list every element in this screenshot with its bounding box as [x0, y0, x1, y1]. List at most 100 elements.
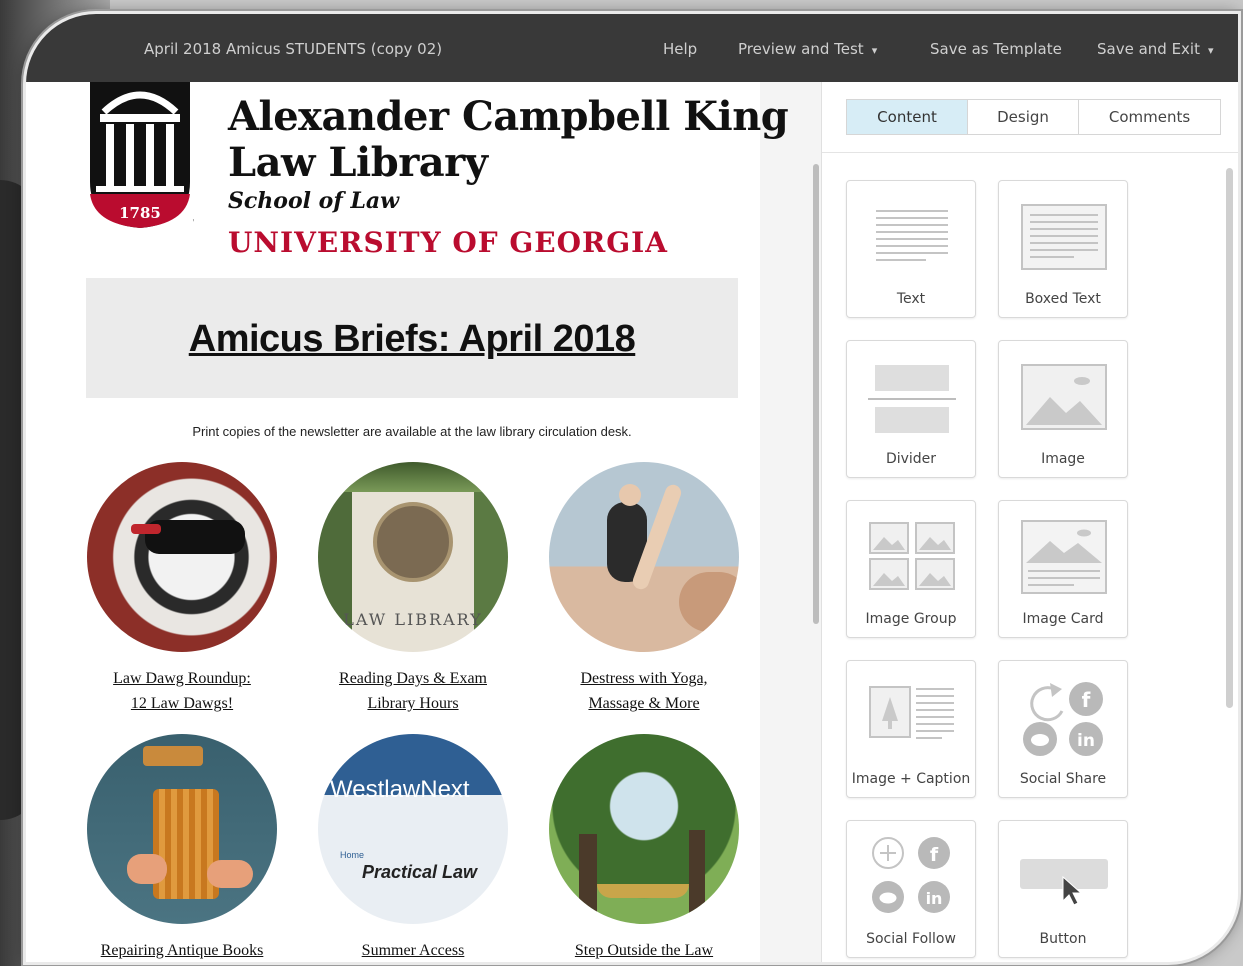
story-title-line1: Reading Days & Exam: [339, 670, 487, 687]
story-title-line1: Step Outside the Law: [574, 942, 714, 959]
divider-icon: [868, 365, 956, 433]
westlaw-screenshot: WestlawNext Home Practical Law: [318, 734, 508, 924]
block-label: Social Share: [1019, 771, 1107, 787]
story-link[interactable]: Repairing Antique Books: [76, 938, 288, 962]
story-link[interactable]: Reading Days & Exam Library Hours: [307, 666, 519, 716]
share-icon: [1030, 683, 1064, 722]
tab-comments[interactable]: Comments: [1079, 99, 1221, 135]
story-title-line1: Summer Access: [361, 942, 465, 959]
story-link[interactable]: Law Dawg Roundup: 12 Law Dawgs!: [76, 666, 288, 716]
image-icon: [1021, 364, 1107, 430]
button-cursor-icon: [1020, 859, 1108, 906]
story-card[interactable]: Destress with Yoga, Massage & More: [538, 462, 750, 716]
image-card-block[interactable]: Image Card: [998, 500, 1128, 638]
home-link-text: Home: [340, 850, 365, 860]
story-title-line2: Massage & More: [588, 695, 700, 712]
text-block[interactable]: Text: [846, 180, 976, 318]
content-sidebar: Content Design Comments Text Boxed Text …: [821, 82, 1238, 962]
dog-photo: [87, 462, 277, 652]
trademark-mark: ™: [192, 219, 194, 226]
block-label: Divider: [885, 451, 937, 467]
facebook-icon: f: [1069, 682, 1103, 716]
block-label: Image Group: [865, 611, 957, 627]
sidebar-tabs: Content Design Comments: [846, 99, 1221, 135]
social-share-block[interactable]: f in Social Share: [998, 660, 1128, 798]
button-block[interactable]: Button: [998, 820, 1128, 958]
uga-arch-logo: 1785 ™: [90, 82, 194, 228]
headline-block[interactable]: Amicus Briefs: April 2018: [86, 278, 738, 398]
svg-text:in: in: [1077, 731, 1095, 751]
library-name-line1: Alexander Campbell King: [228, 93, 789, 140]
block-label: Social Follow: [866, 931, 956, 947]
linkedin-icon: in: [1069, 722, 1103, 756]
svg-text:f: f: [930, 844, 939, 866]
image-group-block[interactable]: Image Group: [846, 500, 976, 638]
divider-block[interactable]: Divider: [846, 340, 976, 478]
help-link[interactable]: Help: [663, 40, 697, 58]
boxed-text-block[interactable]: Boxed Text: [998, 180, 1128, 318]
svg-text:f: f: [1082, 688, 1091, 712]
yoga-photo: [549, 462, 739, 652]
story-card[interactable]: LAW LIBRARY Reading Days & Exam Library …: [307, 462, 519, 716]
plus-icon: [872, 837, 904, 869]
twitter-icon: [1023, 722, 1057, 756]
story-card[interactable]: Repairing Antique Books: [76, 734, 288, 962]
boxed-text-icon: [1021, 204, 1107, 270]
block-label: Image + Caption: [851, 771, 971, 787]
story-link[interactable]: Step Outside the Law: [538, 938, 750, 962]
logo-year: 1785: [119, 204, 161, 222]
text-lines-icon: [876, 210, 948, 261]
block-label: Text: [896, 291, 926, 307]
top-toolbar: April 2018 Amicus STUDENTS (copy 02) Hel…: [26, 14, 1238, 82]
story-link[interactable]: Destress with Yoga, Massage & More: [538, 666, 750, 716]
image-group-icon: [869, 522, 955, 590]
image-block[interactable]: Image: [998, 340, 1128, 478]
save-exit-label: Save and Exit: [1097, 40, 1200, 58]
library-name: Alexander Campbell King Law Library: [228, 93, 789, 186]
tab-design[interactable]: Design: [968, 99, 1079, 135]
preview-test-label: Preview and Test: [738, 40, 864, 58]
block-label: Boxed Text: [1025, 291, 1101, 307]
story-link[interactable]: Summer Access: [307, 938, 519, 962]
social-follow-block[interactable]: f in Social Follow: [846, 820, 976, 958]
campaign-title: April 2018 Amicus STUDENTS (copy 02): [144, 40, 443, 58]
story-card[interactable]: WestlawNext Home Practical Law Summer Ac…: [307, 734, 519, 962]
story-card[interactable]: Law Dawg Roundup: 12 Law Dawgs!: [76, 462, 288, 716]
block-label: Image: [1041, 451, 1085, 467]
svg-text:in: in: [926, 889, 943, 908]
chevron-down-icon: ▾: [1207, 44, 1214, 57]
print-copies-notice: Print copies of the newsletter are avail…: [192, 424, 632, 439]
block-label: Image Card: [1022, 611, 1104, 627]
canvas-gutter: [760, 82, 821, 962]
twitter-icon: [872, 881, 904, 913]
image-caption-icon: [869, 686, 954, 739]
save-as-template-button[interactable]: Save as Template: [930, 40, 1062, 58]
law-library-photo: LAW LIBRARY: [318, 462, 508, 652]
library-name-line2: Law Library: [228, 139, 488, 186]
facebook-icon: f: [918, 837, 950, 869]
westlaw-logo: WestlawNext: [330, 776, 470, 803]
canvas-scrollbar[interactable]: [813, 164, 819, 624]
linkedin-icon: in: [918, 881, 950, 913]
story-title-line1: Destress with Yoga,: [580, 670, 708, 687]
tab-content[interactable]: Content: [846, 99, 968, 135]
book-repair-photo: [87, 734, 277, 924]
newsletter-headline[interactable]: Amicus Briefs: April 2018: [189, 318, 636, 361]
story-title-line2: 12 Law Dawgs!: [130, 695, 234, 712]
story-title-line2: Library Hours: [367, 695, 459, 712]
story-card[interactable]: Step Outside the Law: [538, 734, 750, 962]
story-title-line1: Repairing Antique Books: [100, 942, 264, 959]
sidebar-divider: [822, 152, 1238, 153]
editor-window: April 2018 Amicus STUDENTS (copy 02) Hel…: [26, 14, 1238, 962]
university-name: UNIVERSITY OF GEORGIA: [228, 226, 669, 259]
school-name: School of Law: [228, 188, 400, 214]
image-card-icon: [1021, 520, 1107, 594]
preview-test-menu[interactable]: Preview and Test ▾: [738, 40, 877, 58]
practical-law-text: Practical Law: [362, 862, 478, 882]
outdoor-photo: [549, 734, 739, 924]
save-exit-menu[interactable]: Save and Exit ▾: [1097, 40, 1214, 58]
image-caption-block[interactable]: Image + Caption: [846, 660, 976, 798]
sidebar-scrollbar[interactable]: [1226, 168, 1233, 708]
story-title-line1: Law Dawg Roundup:: [113, 670, 251, 687]
block-label: Button: [1039, 931, 1087, 947]
